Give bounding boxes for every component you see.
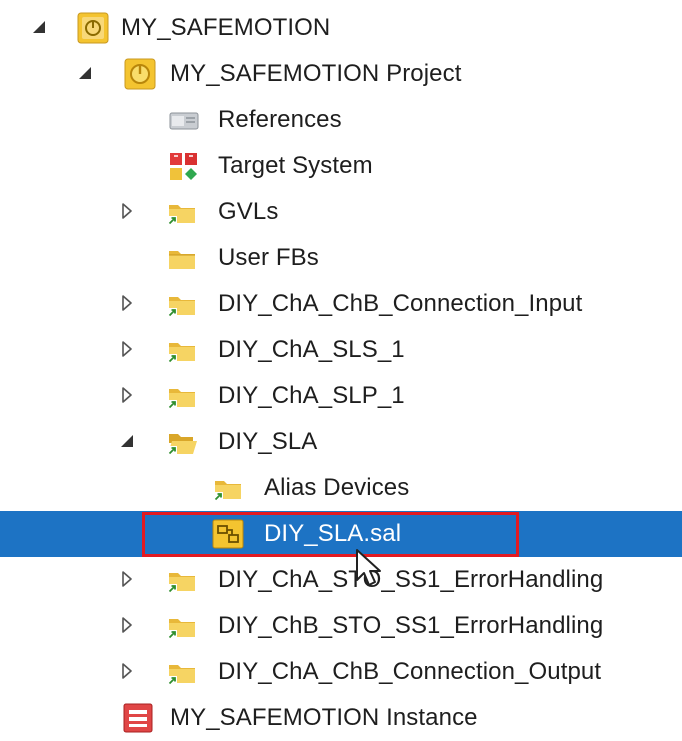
references-icon: [169, 112, 199, 130]
folder-icon: [166, 380, 198, 412]
tree-node-sls[interactable]: DIY_ChA_SLS_1: [0, 327, 682, 373]
collapsed-arrow-icon[interactable]: [118, 386, 136, 404]
expanded-arrow-icon[interactable]: [76, 64, 94, 82]
folder-icon: [166, 564, 198, 596]
tree-node-label: DIY_ChA_SLP_1: [218, 382, 405, 409]
tree-node-label: DIY_SLA: [218, 428, 318, 455]
collapsed-arrow-icon[interactable]: [118, 616, 136, 634]
tree-node-label: DIY_ChA_ChB_Connection_Output: [218, 658, 602, 685]
tree-node-connection-input[interactable]: DIY_ChA_ChB_Connection_Input: [0, 281, 682, 327]
folder-icon: [212, 472, 244, 504]
highlight-box: [142, 512, 519, 557]
collapsed-arrow-icon[interactable]: [118, 662, 136, 680]
tree-node-label: User FBs: [218, 244, 319, 271]
tree-node-label: DIY_ChA_ChB_Connection_Input: [218, 290, 583, 317]
tree-node-user-fbs[interactable]: User FBs: [0, 235, 682, 281]
tree-node-slp[interactable]: DIY_ChA_SLP_1: [0, 373, 682, 419]
tree-node-connection-output[interactable]: DIY_ChA_ChB_Connection_Output: [0, 649, 682, 695]
safety-project-group-icon: [77, 12, 109, 44]
tree-node-cha-sto-ss1[interactable]: DIY_ChA_STO_SS1_ErrorHandling: [0, 557, 682, 603]
target-system-icon: [170, 153, 197, 180]
expanded-arrow-icon[interactable]: [118, 432, 136, 450]
folder-icon: [166, 288, 198, 320]
tree-node-project[interactable]: MY_SAFEMOTION Project: [0, 51, 682, 97]
tree-node-my-safemotion[interactable]: MY_SAFEMOTION: [0, 5, 682, 51]
safety-instance-icon: [123, 703, 153, 733]
tree-node-label: GVLs: [218, 198, 279, 225]
mouse-pointer-icon: [356, 549, 381, 586]
tree-node-label: References: [218, 106, 342, 133]
collapsed-arrow-icon[interactable]: [118, 294, 136, 312]
safety-project-icon: [124, 58, 156, 90]
tree-node-chb-sto-ss1[interactable]: DIY_ChB_STO_SS1_ErrorHandling: [0, 603, 682, 649]
folder-icon: [166, 196, 198, 228]
folder-icon: [166, 656, 198, 688]
tree-node-gvls[interactable]: GVLs: [0, 189, 682, 235]
expanded-arrow-icon[interactable]: [30, 18, 48, 36]
tree-node-label: DIY_ChA_STO_SS1_ErrorHandling: [218, 566, 604, 593]
tree-node-label: MY_SAFEMOTION Project: [170, 60, 462, 87]
tree-node-target-system[interactable]: Target System: [0, 143, 682, 189]
tree-node-label: DIY_ChA_SLS_1: [218, 336, 405, 363]
tree-node-alias-devices[interactable]: Alias Devices: [0, 465, 682, 511]
folder-icon: [166, 610, 198, 642]
collapsed-arrow-icon[interactable]: [118, 570, 136, 588]
tree-node-diy-sla[interactable]: DIY_SLA: [0, 419, 682, 465]
tree-node-label: Alias Devices: [264, 474, 410, 501]
tree-node-label: DIY_ChB_STO_SS1_ErrorHandling: [218, 612, 604, 639]
tree-node-references[interactable]: References: [0, 97, 682, 143]
folder-icon: [166, 334, 198, 366]
collapsed-arrow-icon[interactable]: [118, 340, 136, 358]
tree-node-label: MY_SAFEMOTION Instance: [170, 704, 478, 731]
tree-node-instance[interactable]: MY_SAFEMOTION Instance: [0, 695, 682, 741]
folder-icon: [166, 242, 198, 274]
tree-node-label: Target System: [218, 152, 373, 179]
collapsed-arrow-icon[interactable]: [118, 202, 136, 220]
solution-explorer-tree: MY_SAFEMOTION MY_SAFEMOTION Project Refe…: [0, 0, 682, 738]
tree-node-label: MY_SAFEMOTION: [121, 14, 331, 41]
open-folder-icon: [166, 426, 198, 458]
